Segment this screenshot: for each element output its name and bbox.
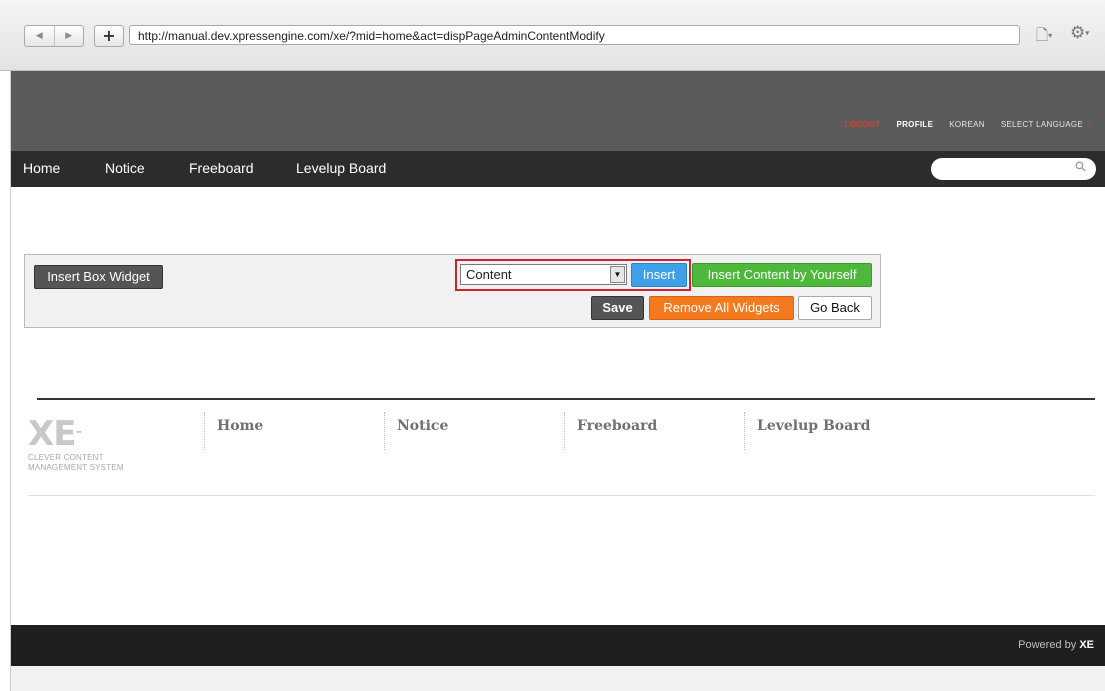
back-button[interactable]: ◀ — [25, 26, 55, 46]
web-page: LOGOUT PROFILE KOREAN SELECT LANGUAGE ⌄ H… — [10, 71, 1105, 691]
powered-by-brand[interactable]: XE — [1079, 639, 1094, 651]
logo-text: XE — [28, 414, 76, 454]
nav-item-home[interactable]: Home — [23, 160, 60, 176]
footer-divider — [37, 398, 1095, 400]
footer-nav-levelup-board[interactable]: Levelup Board — [744, 412, 870, 450]
logout-link[interactable]: LOGOUT — [844, 120, 880, 129]
footer-nav-freeboard[interactable]: Freeboard — [564, 412, 657, 450]
footer-divider-light — [28, 495, 1095, 496]
new-tab-button[interactable]: + — [94, 25, 124, 47]
search-input[interactable]: ⚲ — [931, 158, 1096, 180]
powered-by-label: Powered by — [1018, 639, 1077, 651]
select-language-link[interactable]: SELECT LANGUAGE ⌄ — [1001, 120, 1094, 129]
page-bottom — [11, 666, 1105, 691]
footer-nav-home[interactable]: Home — [204, 412, 263, 450]
logo-trademark: ™ — [75, 430, 82, 438]
logo-tagline-2: MANAGEMENT SYSTEM — [28, 463, 124, 472]
nav-item-freeboard[interactable]: Freeboard — [189, 160, 254, 176]
navigation-buttons: ◀ ▶ — [24, 25, 84, 47]
address-bar[interactable]: http://manual.dev.xpressengine.com/xe/?m… — [129, 25, 1020, 45]
go-back-button[interactable]: Go Back — [798, 296, 872, 320]
nav-item-levelup-board[interactable]: Levelup Board — [296, 160, 386, 176]
site-header: LOGOUT PROFILE KOREAN SELECT LANGUAGE ⌄ — [11, 71, 1105, 151]
select-language-label: SELECT LANGUAGE — [1000, 120, 1083, 129]
utility-menu: LOGOUT PROFILE KOREAN SELECT LANGUAGE ⌄ — [844, 120, 1094, 129]
chevron-down-icon: ⌄ — [1086, 120, 1094, 129]
insert-content-yourself-button[interactable]: Insert Content by Yourself — [692, 263, 872, 287]
xe-logo: XE™ CLEVER CONTENT MANAGEMENT SYSTEM — [28, 417, 124, 473]
insert-button[interactable]: Insert — [631, 263, 687, 287]
widget-toolbar: Insert Box Widget Content ▼ Insert Inser… — [24, 254, 881, 328]
powered-by-text: Powered by XE — [1018, 639, 1094, 651]
profile-link[interactable]: PROFILE — [896, 120, 933, 129]
widget-type-value: Content — [466, 267, 512, 282]
chevron-down-icon[interactable]: ▼ — [610, 266, 625, 283]
browser-toolbar: ◀ ▶ + http://manual.dev.xpressengine.com… — [0, 0, 1105, 71]
search-icon[interactable]: ⚲ — [1072, 158, 1091, 177]
widget-type-select[interactable]: Content ▼ — [460, 264, 627, 285]
footer-nav-notice[interactable]: Notice — [384, 412, 448, 450]
remove-all-widgets-button[interactable]: Remove All Widgets — [649, 296, 794, 320]
logo-tagline-1: CLEVER CONTENT — [28, 453, 104, 462]
page-menu-icon[interactable]: 🗋▾ — [1036, 25, 1052, 50]
insert-box-widget-button[interactable]: Insert Box Widget — [34, 265, 163, 289]
forward-button[interactable]: ▶ — [55, 26, 84, 46]
save-button[interactable]: Save — [591, 296, 644, 320]
footer-bar: Powered by XE — [11, 625, 1105, 666]
language-current[interactable]: KOREAN — [949, 120, 985, 129]
gear-menu-icon[interactable]: ⚙▾ — [1070, 23, 1089, 43]
nav-item-notice[interactable]: Notice — [105, 160, 145, 176]
